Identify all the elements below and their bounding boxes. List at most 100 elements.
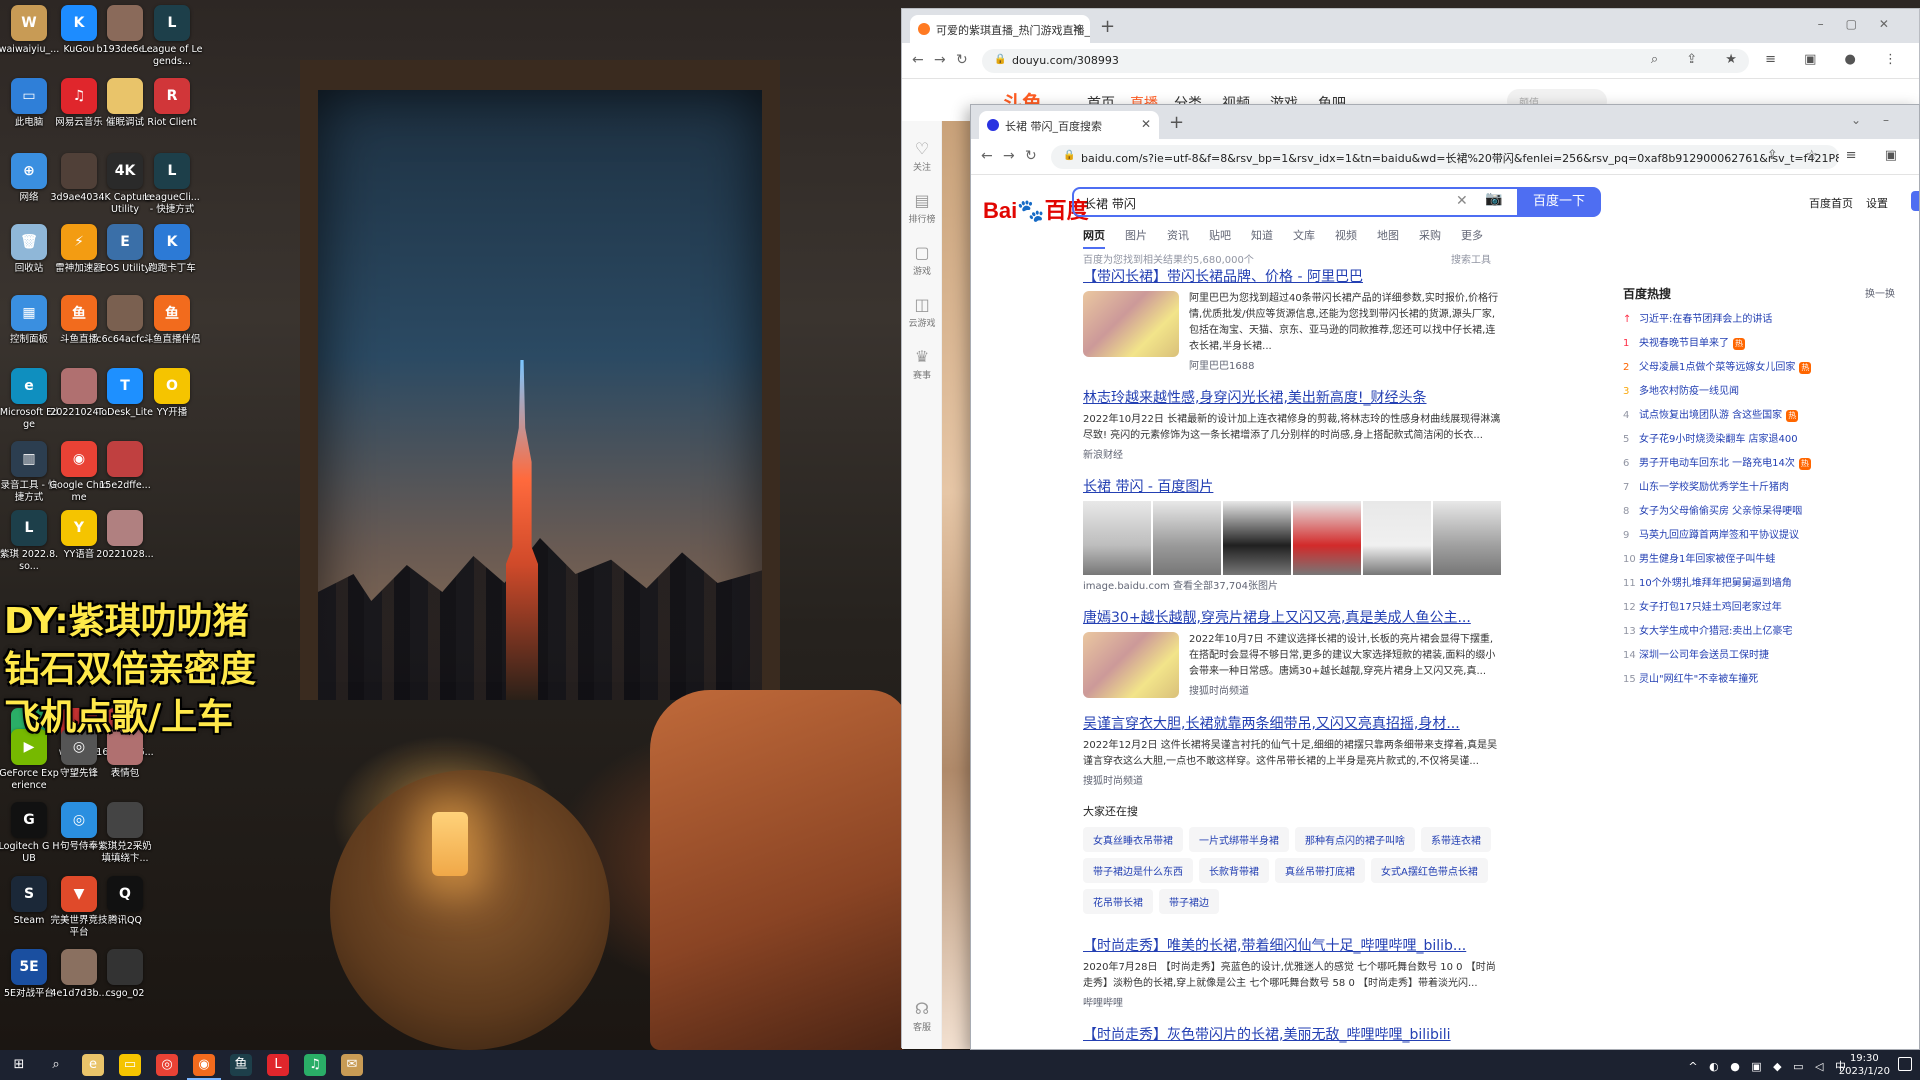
wechat-icon[interactable]: ✉ bbox=[341, 1054, 363, 1076]
desktop-icon[interactable]: 鱼斗鱼直播伴侣 bbox=[141, 295, 203, 346]
hot-search-item[interactable]: 12 女子打包17只娃土鸡回老家过年 bbox=[1623, 598, 1895, 622]
desktop-icon[interactable]: 紫琪兑2采奶填填绕卞... bbox=[94, 802, 156, 865]
image-thumbnail[interactable] bbox=[1363, 501, 1431, 575]
clear-icon[interactable]: ✕ bbox=[1456, 193, 1468, 209]
result-source[interactable]: 搜狐时尚频道 bbox=[1189, 682, 1503, 697]
search-tab-8[interactable]: 采购 bbox=[1419, 227, 1441, 243]
browser-toolbar-icons[interactable]: ⌕ ⇪ ★ ≡ ▣ ● ⋮ bbox=[1651, 52, 1909, 67]
app-icon[interactable]: ◎ bbox=[156, 1054, 178, 1076]
search-tab-7[interactable]: 地图 bbox=[1377, 227, 1399, 243]
search-tab-6[interactable]: 视频 bbox=[1335, 227, 1357, 243]
tab-douyu[interactable]: 可爱的紫琪直播_热门游戏直播_ ✕ bbox=[910, 15, 1090, 43]
hot-search-item[interactable]: 10 男生健身1年回家被侄子叫牛蛙 bbox=[1623, 550, 1895, 574]
search-tab-5[interactable]: 文库 bbox=[1293, 227, 1315, 243]
edge-icon[interactable]: e bbox=[82, 1054, 104, 1076]
system-tray[interactable]: ^ ◐ ● ▣ ◆ ▭ ◁ 中 bbox=[1688, 1058, 1850, 1074]
new-tab-icon[interactable]: + bbox=[1169, 112, 1184, 133]
related-search-tag[interactable]: 长款背带裙 bbox=[1199, 858, 1269, 883]
url-field[interactable]: 🔒 baidu.com/s?ie=utf-8&f=8&rsv_bp=1&rsv_… bbox=[1051, 145, 1839, 169]
search-tab-4[interactable]: 知道 bbox=[1251, 227, 1273, 243]
result-thumbnail[interactable] bbox=[1083, 291, 1179, 357]
image-thumbnail[interactable] bbox=[1293, 501, 1361, 575]
related-search-tag[interactable]: 那种有点闪的裙子叫啥 bbox=[1295, 827, 1415, 852]
league-icon[interactable]: L bbox=[267, 1054, 289, 1076]
chrome-icon[interactable]: ◉ bbox=[187, 1054, 221, 1080]
desktop-icon[interactable]: Q 腾讯QQ bbox=[94, 875, 156, 927]
hot-search-item[interactable]: 7 山东一学校奖励优秀学生十斤猪肉 bbox=[1623, 478, 1895, 502]
result-source[interactable]: 搜狐时尚频道 bbox=[1083, 772, 1503, 787]
search-button[interactable]: 百度一下 bbox=[1517, 187, 1601, 217]
desktop-icon[interactable]: R Riot Client bbox=[141, 77, 203, 129]
hot-search-item[interactable]: 5 女子花9小时烧烫染翻车 店家退400 bbox=[1623, 430, 1895, 454]
forward-arrow-icon[interactable]: → bbox=[1003, 148, 1015, 164]
related-search-tag[interactable]: 一片式绑带半身裙 bbox=[1189, 827, 1289, 852]
reload-icon[interactable]: ↻ bbox=[1025, 148, 1037, 164]
hot-search-item[interactable]: ↑ 习近平:在春节团拜会上的讲话 bbox=[1623, 310, 1895, 334]
search-tab-9[interactable]: 更多 bbox=[1461, 227, 1483, 243]
result-source[interactable]: 阿里巴巴1688 bbox=[1189, 357, 1503, 372]
netease-music-icon[interactable]: ♫ bbox=[304, 1054, 326, 1076]
desktop-icon[interactable]: 20221028... bbox=[94, 509, 156, 561]
search-tab-1[interactable]: 图片 bbox=[1125, 227, 1147, 243]
hot-search-title[interactable]: 百度热搜 bbox=[1623, 285, 1895, 302]
hot-search-item[interactable]: 11 10个外甥扎堆拜年把舅舅逼到墙角 bbox=[1623, 574, 1895, 598]
desktop-icon[interactable]: 15e2dffe... bbox=[94, 441, 156, 492]
hot-search-item[interactable]: 1 央视春晚节目单来了热 bbox=[1623, 334, 1895, 358]
back-arrow-icon[interactable]: ← bbox=[912, 52, 924, 68]
desktop-icon[interactable]: L League of Legends... bbox=[141, 4, 203, 68]
image-more-link[interactable]: 查看全部37,704张图片 bbox=[1173, 581, 1278, 592]
result-title-link[interactable]: 吴谨言穿衣大胆,长裙就靠两条细带吊,又闪又亮真招摇,身材... bbox=[1083, 714, 1503, 734]
hot-search-item[interactable]: 14 深圳一公司年会送员工保时捷 bbox=[1623, 646, 1895, 670]
related-search-tag[interactable]: 带子裙边 bbox=[1159, 889, 1219, 914]
desktop-icon[interactable]: K 跑跑卡丁车 bbox=[141, 224, 203, 275]
hot-search-item[interactable]: 8 女子为父母偷偷买房 父亲惊呆得哽咽 bbox=[1623, 502, 1895, 526]
search-tab-3[interactable]: 贴吧 bbox=[1209, 227, 1231, 243]
image-source[interactable]: image.baidu.com bbox=[1083, 581, 1170, 592]
hot-search-item[interactable]: 2 父母凌晨1点做个菜等远嫁女儿回家热 bbox=[1623, 358, 1895, 382]
douyu-side-follow[interactable]: ♡ 关注 bbox=[902, 139, 942, 173]
start-icon[interactable]: ⊞ bbox=[8, 1054, 30, 1076]
window-controls[interactable]: ⌄– bbox=[1851, 113, 1911, 127]
search-tools-link[interactable]: 搜索工具 bbox=[1451, 251, 1491, 266]
result-title-link[interactable]: 【时尚走秀】灰色带闪片的长裙,美丽无敌_哔哩哔哩_bilibili bbox=[1083, 1025, 1503, 1045]
search-tab-2[interactable]: 资讯 bbox=[1167, 227, 1189, 243]
new-tab-icon[interactable]: + bbox=[1100, 16, 1115, 37]
reload-icon[interactable]: ↻ bbox=[956, 52, 968, 68]
image-result-title-link[interactable]: 长裙 带闪 - 百度图片 bbox=[1083, 477, 1503, 497]
douyu-side-rank[interactable]: ▤ 排行榜 bbox=[902, 191, 942, 225]
notification-icon[interactable] bbox=[1898, 1057, 1912, 1071]
clock[interactable]: 19:30 2023/1/20 bbox=[1839, 1052, 1890, 1078]
douyu-side-esports[interactable]: ♛ 赛事 bbox=[902, 347, 942, 381]
related-search-tag[interactable]: 女真丝睡衣吊带裙 bbox=[1083, 827, 1183, 852]
result-title-link[interactable]: 【时尚走秀】唯美的长裙,带着细闪仙气十足_哔哩哔哩_bilib... bbox=[1083, 936, 1503, 956]
hot-search-item[interactable]: 15 灵山"网红牛"不幸被车撞死 bbox=[1623, 670, 1895, 694]
refresh-hot-button[interactable]: 换一换 bbox=[1865, 285, 1895, 300]
result-thumbnail[interactable] bbox=[1083, 632, 1179, 698]
hot-search-item[interactable]: 9 马英九回应蹲首两岸签和平协议提议 bbox=[1623, 526, 1895, 550]
hot-search-item[interactable]: 4 试点恢复出境团队游 含这些国家热 bbox=[1623, 406, 1895, 430]
image-thumbnail[interactable] bbox=[1153, 501, 1221, 575]
hot-search-item[interactable]: 13 女大学生成中介猎冠:卖出上亿豪宅 bbox=[1623, 622, 1895, 646]
window-controls[interactable]: –▢✕ bbox=[1818, 17, 1911, 31]
url-field[interactable]: 🔒 douyu.com/308993 bbox=[982, 49, 1749, 73]
douyu-icon[interactable]: 鱼 bbox=[230, 1054, 252, 1076]
related-search-tag[interactable]: 真丝吊带打底裙 bbox=[1275, 858, 1365, 883]
hot-search-item[interactable]: 3 多地农村防疫一线见闻 bbox=[1623, 382, 1895, 406]
browser-toolbar-icons[interactable]: ⇪ ☆ ≡ ▣ bbox=[1767, 148, 1909, 163]
hot-search-item[interactable]: 6 男子开电动车回东北 一路充电14次热 bbox=[1623, 454, 1895, 478]
camera-icon[interactable]: 📷 bbox=[1485, 191, 1502, 207]
file-explorer-icon[interactable]: ▭ bbox=[119, 1054, 141, 1076]
settings-link[interactable]: 设置 bbox=[1866, 195, 1888, 211]
close-tab-icon[interactable]: ✕ bbox=[1141, 117, 1151, 131]
related-search-tag[interactable]: 系带连衣裙 bbox=[1421, 827, 1491, 852]
desktop-icon[interactable]: O YY开播 bbox=[141, 368, 203, 419]
douyu-side-cloudgame[interactable]: ◫ 云游戏 bbox=[902, 295, 942, 329]
forward-arrow-icon[interactable]: → bbox=[934, 52, 946, 68]
related-search-tag[interactable]: 女式A摆红色带点长裙 bbox=[1371, 858, 1488, 883]
image-thumbnail[interactable] bbox=[1433, 501, 1501, 575]
search-input[interactable]: 长裙 带闪 bbox=[1072, 187, 1517, 217]
login-button[interactable] bbox=[1911, 191, 1919, 211]
result-title-link[interactable]: 唐嫣30+越长越靓,穿亮片裙身上又闪又亮,真是美成人鱼公主... bbox=[1083, 608, 1503, 628]
tab-baidu[interactable]: 长裙 带闪_百度搜索 ✕ bbox=[979, 111, 1159, 139]
baidu-home-link[interactable]: 百度首页 bbox=[1809, 195, 1853, 211]
